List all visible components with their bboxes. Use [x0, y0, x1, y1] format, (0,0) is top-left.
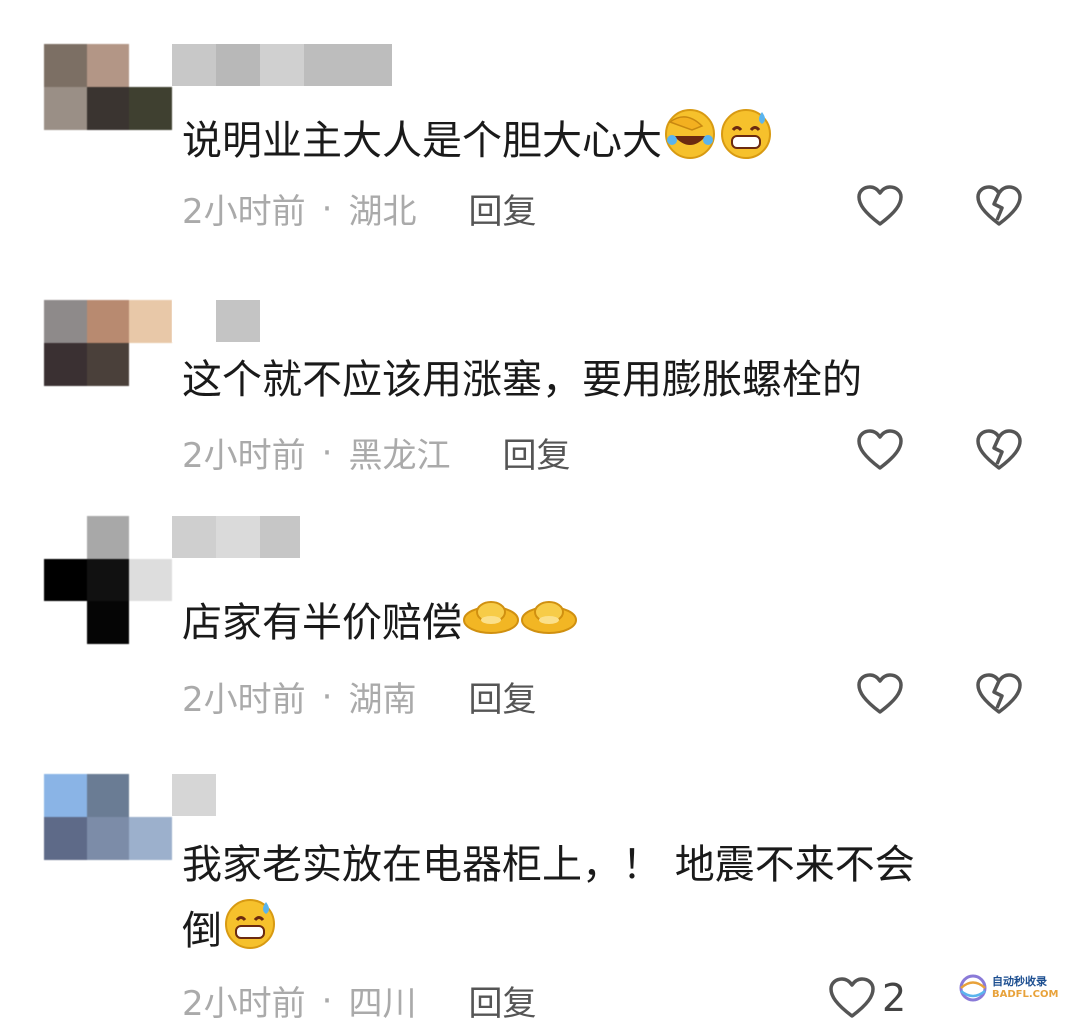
- reply-button[interactable]: 回复: [468, 184, 536, 233]
- heart-icon: [829, 977, 875, 1018]
- username-blurred[interactable]: [172, 774, 216, 816]
- grin-sweat-emoji: [718, 106, 774, 180]
- reply-button[interactable]: 回复: [468, 672, 536, 721]
- comment-text-content: 说明业主大人是个胆大心大: [182, 118, 662, 164]
- username-blurred[interactable]: [172, 300, 300, 342]
- watermark: 自动秒收录 BADFL.COM: [958, 970, 1068, 1006]
- gold-ingot-emoji: [462, 594, 520, 656]
- comment-text-line2: 倒: [182, 908, 222, 954]
- comment-time: 2小时前: [182, 436, 306, 476]
- username-blurred[interactable]: [172, 516, 300, 558]
- comment-text: 倒: [182, 896, 278, 970]
- like-button[interactable]: [856, 184, 904, 228]
- like-button[interactable]: [856, 428, 904, 472]
- heart-icon: [857, 429, 903, 470]
- heart-icon: [857, 185, 903, 226]
- comment-location: 湖南: [348, 680, 417, 720]
- meta-separator: ·: [321, 980, 333, 1021]
- like-count: 2: [882, 976, 907, 1020]
- comment-location: 湖北: [348, 192, 417, 232]
- watermark-domain: BADFL.COM: [992, 989, 1059, 1000]
- watermark-title: 自动秒收录: [992, 975, 1047, 988]
- comment-time: 2小时前: [182, 984, 306, 1024]
- comment-meta: 2小时前 · 湖北 回复: [182, 184, 536, 233]
- comment-meta: 2小时前 · 湖南 回复: [182, 672, 536, 721]
- comment-time: 2小时前: [182, 680, 306, 720]
- facepalm-laugh-emoji: [662, 106, 718, 180]
- comment-text: 这个就不应该用涨塞，要用膨胀螺栓的: [182, 357, 862, 403]
- gold-ingot-emoji: [520, 594, 578, 656]
- comment-time: 2小时前: [182, 192, 306, 232]
- avatar[interactable]: [44, 516, 172, 644]
- like-button[interactable]: [856, 672, 904, 716]
- globe-logo-icon: [959, 974, 987, 1002]
- grin-sweat-emoji: [222, 896, 278, 970]
- comment-text-line1: 我家老实放在电器柜上，！ 地震不来不会: [182, 842, 915, 888]
- heart-icon: [857, 673, 903, 714]
- broken-heart-icon: [976, 673, 1022, 714]
- dislike-button[interactable]: [975, 672, 1023, 716]
- reply-button[interactable]: 回复: [468, 976, 536, 1025]
- meta-separator: ·: [321, 432, 333, 473]
- comment-text: 说明业主大人是个胆大心大: [182, 106, 774, 180]
- comment-meta: 2小时前 · 四川 回复: [182, 976, 536, 1025]
- dislike-button[interactable]: [975, 428, 1023, 472]
- comment-text-content: 店家有半价赔偿: [182, 600, 462, 646]
- avatar[interactable]: [44, 44, 172, 130]
- reply-button[interactable]: 回复: [502, 428, 570, 477]
- broken-heart-icon: [976, 185, 1022, 226]
- avatar[interactable]: [44, 300, 172, 386]
- like-button[interactable]: 2: [828, 976, 906, 1020]
- comment-text: 店家有半价赔偿: [182, 592, 578, 656]
- username-blurred[interactable]: [172, 44, 392, 86]
- comment-location: 黑龙江: [348, 436, 451, 476]
- meta-separator: ·: [321, 188, 333, 229]
- avatar[interactable]: [44, 774, 172, 860]
- meta-separator: ·: [321, 676, 333, 717]
- comment-meta: 2小时前 · 黑龙江 回复: [182, 428, 570, 477]
- dislike-button[interactable]: [975, 184, 1023, 228]
- broken-heart-icon: [976, 429, 1022, 470]
- comment-location: 四川: [348, 984, 417, 1024]
